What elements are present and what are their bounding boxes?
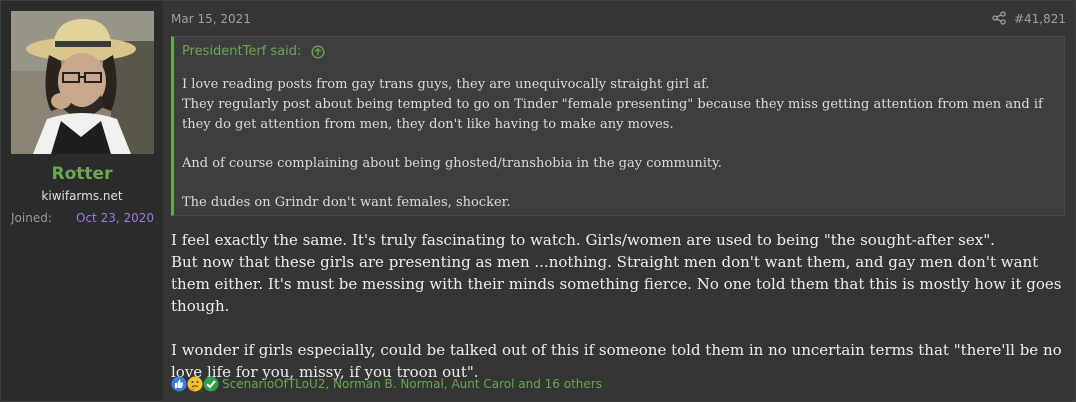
- joined-date: Oct 23, 2020: [76, 211, 154, 225]
- reactions-bar: ScenarioOfTLoU2, Norman B. Normal, Aunt …: [171, 375, 602, 393]
- post-body: I feel exactly the same. It's truly fasc…: [171, 229, 1071, 383]
- post-date[interactable]: Mar 15, 2021: [171, 12, 251, 26]
- quote-body: I love reading posts from gay trans guys…: [182, 75, 1060, 213]
- quote-author[interactable]: PresidentTerf said:: [182, 44, 301, 59]
- avatar-image: [11, 11, 154, 154]
- post-number[interactable]: #41,821: [1014, 12, 1066, 26]
- quote-line: And of course complaining about being gh…: [182, 156, 722, 171]
- body-paragraph: I feel exactly the same. It's truly fasc…: [171, 231, 995, 249]
- body-paragraph: But now that these girls are presenting …: [171, 253, 1062, 315]
- avatar[interactable]: [11, 11, 154, 154]
- user-title: kiwifarms.net: [41, 189, 123, 203]
- post-main: Mar 15, 2021 #41,821 PresidentTerf said:…: [163, 1, 1075, 401]
- forum-post: Rotter kiwifarms.net Joined: Oct 23, 202…: [0, 0, 1076, 402]
- quote-block: PresidentTerf said: I love reading posts…: [171, 36, 1065, 216]
- quote-line: They regularly post about being tempted …: [182, 97, 1043, 132]
- quote-line: The dudes on Grindr don't want females, …: [182, 195, 511, 210]
- username[interactable]: Rotter: [1, 164, 163, 184]
- thinking-icon[interactable]: [187, 376, 203, 392]
- jump-to-quote-icon[interactable]: [311, 45, 325, 59]
- reaction-users-link[interactable]: ScenarioOfTLoU2, Norman B. Normal, Aunt …: [222, 377, 602, 391]
- share-icon[interactable]: [992, 11, 1006, 25]
- quote-line: I love reading posts from gay trans guys…: [182, 77, 710, 92]
- joined-label: Joined:: [11, 211, 52, 225]
- like-icon[interactable]: [171, 376, 187, 392]
- agree-icon[interactable]: [203, 376, 219, 392]
- user-sidebar: Rotter kiwifarms.net Joined: Oct 23, 202…: [1, 1, 163, 401]
